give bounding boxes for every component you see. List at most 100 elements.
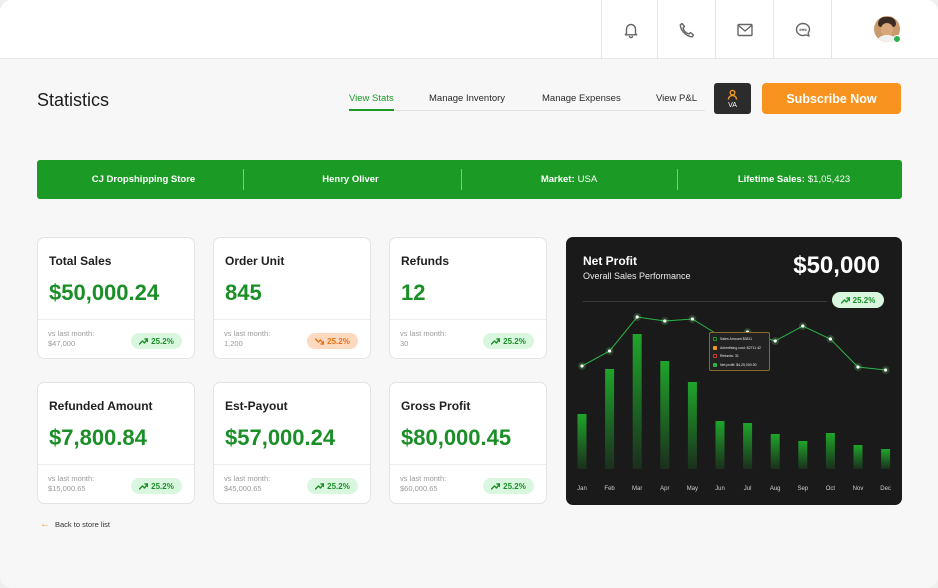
net-profit-title: Net Profit: [583, 254, 637, 268]
chart-bar[interactable]: [577, 414, 587, 469]
chart-point[interactable]: [856, 365, 860, 369]
chart-bar[interactable]: [825, 433, 835, 469]
lifetime-sales-label: Lifetime Sales:: [737, 174, 805, 185]
trend-up-icon: [491, 337, 501, 345]
card-value: 12: [401, 280, 426, 305]
lifetime-sales-value: $1,05,423: [807, 174, 851, 185]
x-tick-label: Apr: [660, 486, 669, 492]
card-value: $80,000.45: [401, 425, 512, 450]
tab-view-pl[interactable]: View P&L: [656, 93, 697, 104]
chart-point[interactable]: [690, 317, 694, 321]
change-badge: 25.2%: [307, 478, 358, 494]
stat-card-refunds: Refunds 12 vs last month: 30 25.2%: [389, 237, 547, 359]
trend-up-icon: [139, 337, 149, 345]
stat-card-total-sales: Total Sales $50,000.24 vs last month: $47…: [37, 237, 195, 359]
owner-name: Henry Oliver: [322, 174, 379, 185]
tooltip-row: Refunds: 31: [713, 352, 766, 361]
card-title: Gross Profit: [401, 399, 471, 413]
x-tick-label: Jan: [577, 486, 587, 492]
x-tick-label: Oct: [826, 486, 836, 492]
phone-icon: [679, 22, 695, 37]
call-button[interactable]: [657, 0, 716, 59]
x-tick-label: Mar: [632, 486, 642, 492]
x-tick-label: Feb: [604, 486, 615, 492]
chart-bar[interactable]: [605, 369, 615, 469]
market-value: USA: [577, 174, 598, 185]
chart-point[interactable]: [580, 364, 584, 368]
trend-up-icon: [491, 482, 501, 490]
compare-label: vs last month:: [48, 329, 95, 338]
tooltip-row: Sales Amount $3811: [713, 335, 766, 344]
card-value: $57,000.24: [225, 425, 336, 450]
chart-point[interactable]: [884, 368, 888, 372]
subscribe-button[interactable]: Subscribe Now: [762, 83, 901, 114]
x-tick-label: Nov: [853, 486, 864, 492]
mail-icon: [737, 23, 753, 36]
compare-value: 30: [400, 339, 409, 348]
chart-point[interactable]: [608, 349, 612, 353]
top-bar: [0, 0, 938, 59]
chart-bar[interactable]: [687, 382, 697, 469]
change-badge: 25.2%: [483, 478, 534, 494]
tab-view-stats[interactable]: View Stats: [349, 93, 394, 104]
x-tick-label: May: [687, 486, 698, 492]
chart-bar[interactable]: [632, 334, 642, 469]
chart-bar[interactable]: [743, 423, 753, 469]
tab-manage-inventory[interactable]: Manage Inventory: [429, 93, 505, 104]
x-tick-label: Jun: [715, 486, 725, 492]
chart-tooltip: Sales Amount $3811 Advertising cost: $27…: [709, 332, 770, 371]
change-badge: 25.2%: [131, 333, 182, 349]
card-value: $50,000.24: [49, 280, 160, 305]
tooltip-row: Advertising cost: $2711.42: [713, 344, 766, 353]
arrow-left-icon: ←: [40, 519, 50, 530]
compare-label: vs last month:: [224, 474, 271, 483]
chart-point[interactable]: [663, 319, 667, 323]
tooltip-row: Net profit: $4,25,000.00: [713, 361, 766, 370]
chart-bar[interactable]: [798, 441, 808, 469]
chart-bar[interactable]: [853, 445, 863, 469]
trend-up-icon: [840, 296, 850, 304]
messages-button[interactable]: [773, 0, 832, 59]
bell-icon: [624, 23, 638, 38]
compare-label: vs last month:: [400, 329, 447, 338]
change-badge: 25.2%: [131, 478, 182, 494]
x-tick-label: Sep: [797, 486, 808, 492]
card-title: Refunds: [401, 254, 449, 268]
chart-bar[interactable]: [660, 361, 670, 469]
user-menu-button[interactable]: VA: [714, 83, 751, 114]
stat-card-refunded-amount: Refunded Amount $7,800.84 vs last month:…: [37, 382, 195, 504]
change-badge: 25.2%: [307, 333, 358, 349]
notifications-button[interactable]: [601, 0, 660, 59]
change-badge: 25.2%: [483, 333, 534, 349]
trend-down-icon: [315, 337, 325, 345]
compare-label: vs last month:: [224, 329, 271, 338]
x-tick-label: Jul: [744, 486, 752, 492]
stat-card-est-payout: Est-Payout $57,000.24 vs last month: $45,…: [213, 382, 371, 504]
market-label: Market:: [540, 174, 575, 185]
trend-up-icon: [139, 482, 149, 490]
net-profit-subtitle: Overall Sales Performance: [583, 271, 691, 281]
x-tick-label: Dec: [880, 486, 891, 492]
online-status-dot: [893, 35, 901, 43]
compare-label: vs last month:: [48, 474, 95, 483]
tab-manage-expenses[interactable]: Manage Expenses: [542, 93, 621, 104]
mail-button[interactable]: [715, 0, 774, 59]
card-title: Est-Payout: [225, 399, 288, 413]
chart-bar[interactable]: [881, 449, 891, 469]
card-title: Total Sales: [49, 254, 112, 268]
chart-bar[interactable]: [715, 421, 725, 469]
back-to-store-list-link[interactable]: ← Back to store list: [40, 519, 110, 530]
chart-point[interactable]: [828, 337, 832, 341]
card-title: Refunded Amount: [49, 399, 153, 413]
compare-value: $45,000.65: [224, 484, 262, 493]
store-name: CJ Dropshipping Store: [91, 174, 196, 185]
chart-point[interactable]: [773, 339, 777, 343]
chart-bar[interactable]: [770, 434, 780, 469]
chart-point[interactable]: [801, 324, 805, 328]
active-tab-indicator: [349, 109, 394, 111]
compare-value: $15,000.65: [48, 484, 86, 493]
chart-point[interactable]: [635, 315, 639, 319]
net-profit-card: Jan Feb Mar Apr May Jun Jul Aug Sep Oct Nov Dec Net…: [566, 237, 902, 505]
compare-value: $60,000.65: [400, 484, 438, 493]
page-title: Statistics: [37, 90, 110, 110]
